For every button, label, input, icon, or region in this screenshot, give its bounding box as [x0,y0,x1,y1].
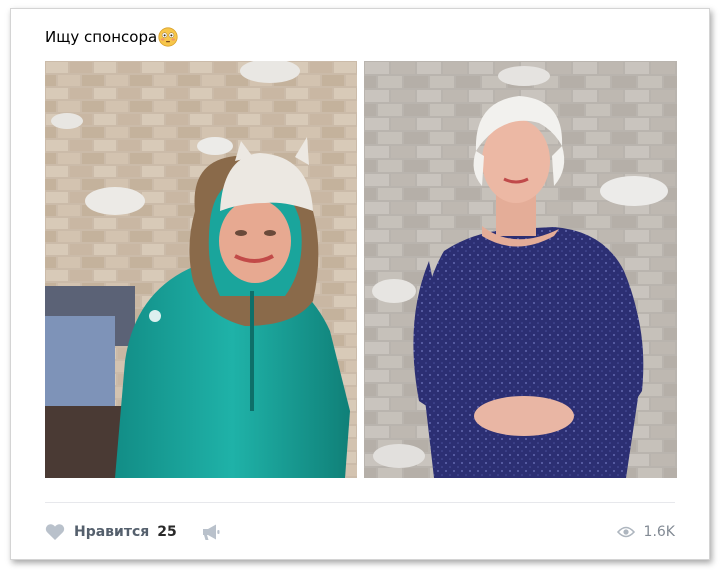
post-photo-2[interactable] [364,61,677,478]
post-card: Ищу спонсора Нравится 25 1.6K [10,8,710,560]
action-divider [45,502,675,503]
heart-icon [45,524,65,540]
post-text: Ищу спонсора [45,27,178,47]
photo-woman-in-navy-dress [364,61,677,478]
views-count: 1.6K [643,524,675,540]
post-photo-1[interactable] [45,61,357,478]
like-button[interactable]: Нравится 25 [45,523,177,541]
flushed-face-emoji-icon [158,27,178,47]
like-label: Нравится [74,524,150,540]
views-counter: 1.6K [616,524,675,540]
eye-icon [616,526,635,538]
post-action-bar: Нравится 25 1.6K [45,518,675,546]
like-count: 25 [157,524,177,540]
megaphone-icon[interactable] [201,523,221,541]
post-text-content: Ищу спонсора [45,28,158,46]
photo-woman-in-teal-jacket [45,61,357,478]
